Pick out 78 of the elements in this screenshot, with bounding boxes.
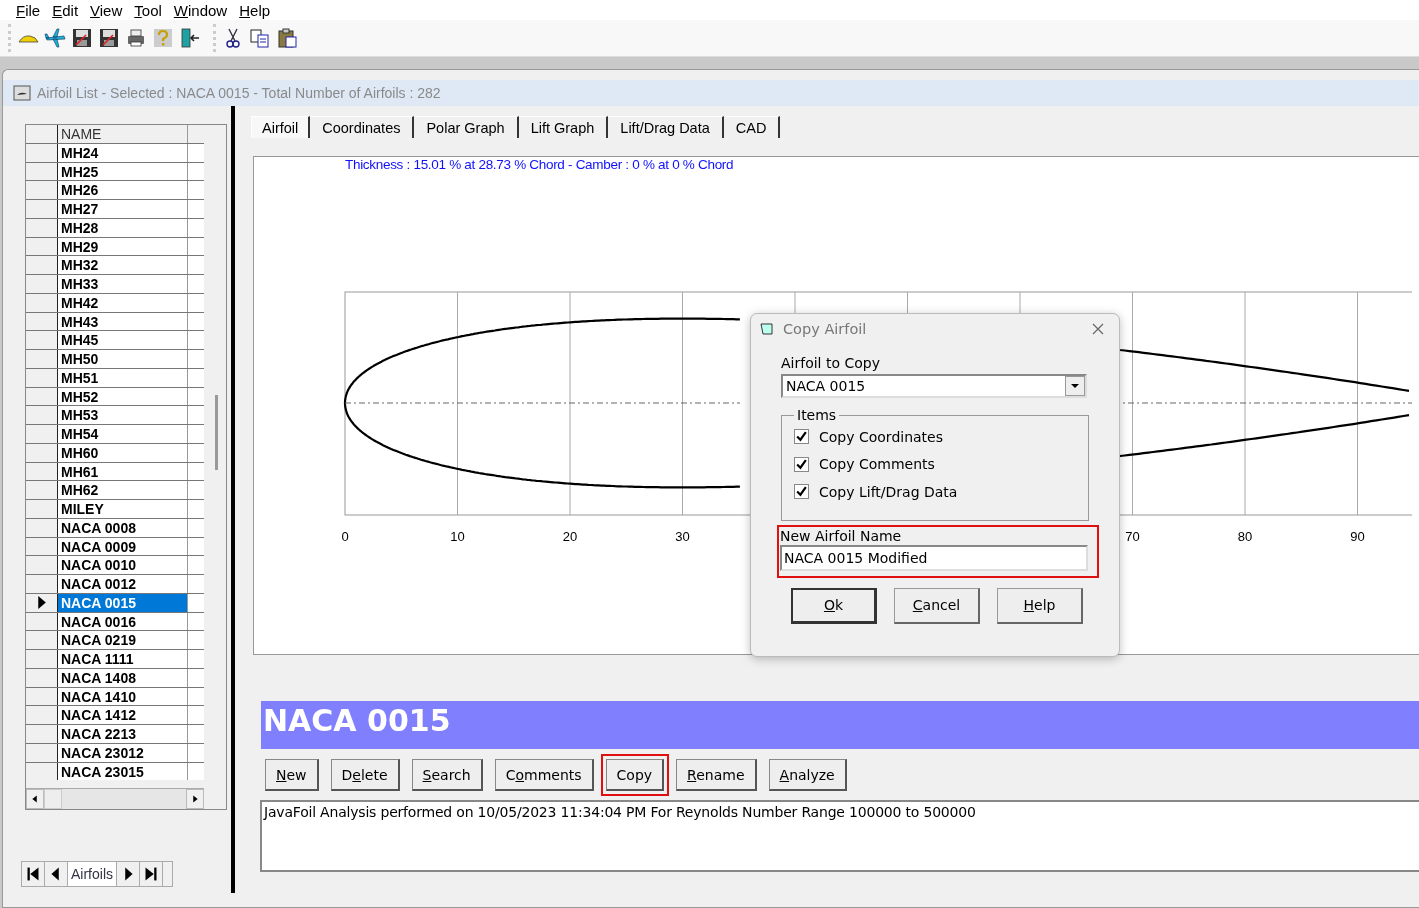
- action-button[interactable]: Rename: [676, 759, 757, 791]
- dialog-button[interactable]: Help: [997, 587, 1083, 624]
- caret-icon[interactable]: [1065, 376, 1085, 396]
- menu-item[interactable]: View: [84, 1, 129, 19]
- horizontal-scrollbar[interactable]: [26, 788, 204, 809]
- group-label: Items: [796, 407, 838, 423]
- tab[interactable]: Polar Graph: [414, 116, 519, 138]
- field-label: Airfoil to Copy: [781, 354, 881, 372]
- table-cell[interactable]: NACA 1111: [58, 650, 188, 668]
- scroll-right-icon[interactable]: [186, 789, 204, 809]
- checkbox[interactable]: [794, 456, 809, 472]
- table-cell[interactable]: NACA 0012: [58, 575, 188, 593]
- airplane-icon[interactable]: [44, 27, 66, 49]
- table-cell[interactable]: MH33: [58, 275, 188, 293]
- axis-tick-label: 30: [675, 529, 690, 544]
- checkbox-label: Copy Coordinates: [819, 428, 943, 445]
- checkbox[interactable]: [794, 484, 809, 500]
- scroll-thumb[interactable]: [215, 395, 218, 470]
- table-cell[interactable]: MILEY: [58, 500, 188, 518]
- airfoil-name-banner: NACA 0015: [261, 701, 1419, 749]
- menu-item[interactable]: Window: [167, 1, 234, 19]
- print-icon[interactable]: [125, 27, 147, 49]
- row-pointer-icon: [37, 596, 46, 610]
- dialog-button[interactable]: Ok: [791, 587, 877, 624]
- checkbox[interactable]: [794, 429, 809, 445]
- window-title: Airfoil List - Selected : NACA 0015 - Total Number of Airfoils : 282: [37, 85, 441, 101]
- table-cell[interactable]: MH45: [58, 331, 188, 349]
- action-button[interactable]: Search: [411, 759, 483, 791]
- menu-item[interactable]: File: [10, 1, 47, 19]
- table-cell[interactable]: MH26: [58, 181, 188, 199]
- dialog-title: Copy Airfoil: [783, 321, 868, 337]
- table-cell[interactable]: MH62: [58, 481, 188, 499]
- tab[interactable]: Coordinates: [310, 116, 415, 138]
- table-cell[interactable]: NACA 2213: [58, 725, 188, 743]
- axis-tick-label: 10: [450, 529, 465, 544]
- table-cell[interactable]: MH50: [58, 350, 188, 368]
- menu-item[interactable]: Edit: [46, 1, 85, 19]
- table-cell[interactable]: NACA 0010: [58, 556, 188, 574]
- copy-icon[interactable]: [249, 27, 271, 49]
- table-cell[interactable]: MH54: [58, 425, 188, 443]
- axis-tick-label: 0: [341, 529, 349, 544]
- action-button[interactable]: Delete: [330, 759, 400, 791]
- dialog-button[interactable]: Cancel: [894, 587, 980, 624]
- airfoil-thickness-info: Thickness : 15.01 % at 28.73 % Chord - Camber : 0 % at 0 % Chord: [345, 157, 734, 172]
- save-as-icon[interactable]: [98, 27, 120, 49]
- comments-box[interactable]: JavaFoil Analysis performed on 10/05/2023 11:34:04 PM For Reynolds Number Range 100000 to 500000: [260, 800, 1419, 872]
- table-cell[interactable]: MH32: [58, 256, 188, 274]
- axis-tick-label: 90: [1350, 529, 1365, 544]
- action-button[interactable]: Analyze: [768, 759, 847, 791]
- table-cell[interactable]: NACA 1412: [58, 706, 188, 724]
- tab[interactable]: Lift/Drag Data: [608, 116, 724, 138]
- table-cell[interactable]: MH53: [58, 406, 188, 424]
- window-icon: [13, 84, 31, 102]
- axis-tick-label: 80: [1237, 529, 1253, 544]
- save-icon[interactable]: [71, 27, 93, 49]
- navigator-label: Airfoils: [68, 862, 117, 886]
- paste-icon[interactable]: [276, 27, 298, 49]
- checkbox-label: Copy Comments: [819, 456, 935, 473]
- tab[interactable]: Airfoil: [251, 116, 311, 138]
- table-cell[interactable]: NACA 0219: [58, 631, 188, 649]
- menu-item[interactable]: Help: [233, 1, 277, 19]
- action-button[interactable]: Comments: [494, 759, 594, 791]
- airfoil-dropdown[interactable]: NACA 0015: [781, 374, 1087, 398]
- checkbox-label: Copy Lift/Drag Data: [819, 483, 958, 500]
- axis-tick-label: 70: [1125, 529, 1140, 544]
- action-button[interactable]: Copy: [605, 759, 665, 791]
- close-icon[interactable]: [1091, 322, 1105, 336]
- table-cell[interactable]: MH27: [58, 200, 188, 218]
- axis-tick-label: 20: [562, 529, 578, 544]
- field-label: New Airfoil Name: [780, 527, 903, 545]
- input-field[interactable]: NACA 0015 Modified: [780, 544, 1088, 571]
- menu-item[interactable]: Tool: [128, 1, 168, 19]
- tab[interactable]: Lift Graph: [518, 116, 609, 138]
- scroll-left-icon[interactable]: [26, 789, 44, 809]
- exit-icon[interactable]: [179, 27, 201, 49]
- tab[interactable]: CAD: [723, 116, 781, 138]
- dialog-icon: [759, 321, 775, 337]
- action-button[interactable]: New: [265, 759, 319, 791]
